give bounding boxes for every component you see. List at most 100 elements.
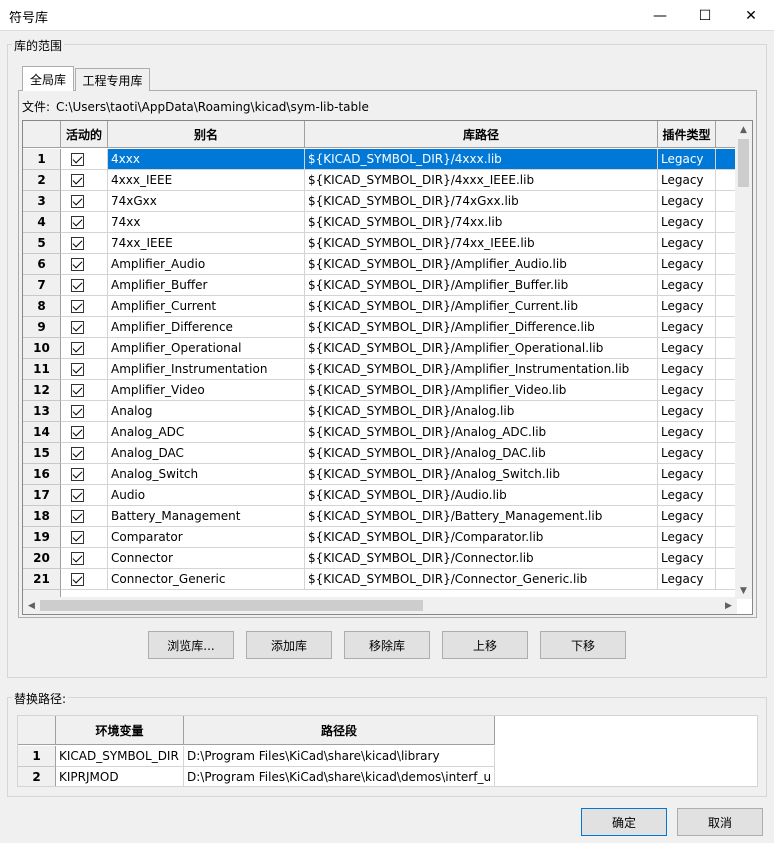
- add-library-button[interactable]: 添加库: [246, 631, 332, 659]
- row-number[interactable]: 9: [23, 317, 61, 338]
- row-number[interactable]: 12: [23, 380, 61, 401]
- row-number[interactable]: 15: [23, 443, 61, 464]
- minimize-icon[interactable]: —: [637, 0, 683, 31]
- scroll-left-icon[interactable]: ◀: [23, 597, 40, 614]
- env-var-cell[interactable]: KIPRJMOD: [56, 767, 184, 786]
- table-row[interactable]: 20 Connector ${KICAD_SYMBOL_DIR}/Connector…: [23, 548, 737, 569]
- table-row[interactable]: 3 74xGxx ${KICAD_SYMBOL_DIR}/74xGxx.lib Leg…: [23, 191, 737, 212]
- row-number[interactable]: 7: [23, 275, 61, 296]
- path-cell[interactable]: ${KICAD_SYMBOL_DIR}/Analog_DAC.lib: [305, 443, 658, 464]
- alias-cell[interactable]: Analog_Switch: [108, 464, 305, 485]
- active-cell[interactable]: [61, 380, 108, 401]
- active-cell[interactable]: [61, 548, 108, 569]
- column-header-env-var[interactable]: 环境变量: [56, 716, 184, 745]
- alias-cell[interactable]: 74xGxx: [108, 191, 305, 212]
- checkbox-checked-icon[interactable]: [71, 404, 84, 418]
- path-cell[interactable]: ${KICAD_SYMBOL_DIR}/Connector_Generic.li…: [305, 569, 658, 590]
- plugin-type-cell[interactable]: Legacy: [658, 464, 716, 485]
- row-number[interactable]: 20: [23, 548, 61, 569]
- alias-cell[interactable]: Analog_ADC: [108, 422, 305, 443]
- maximize-icon[interactable]: ☐: [682, 0, 728, 31]
- table-row[interactable]: 9 Amplifier_Difference ${KICAD_SYMBOL_DIR}…: [23, 317, 737, 338]
- plugin-type-cell[interactable]: Legacy: [658, 254, 716, 275]
- path-cell[interactable]: ${KICAD_SYMBOL_DIR}/Amplifier_Buffer.lib: [305, 275, 658, 296]
- path-cell[interactable]: ${KICAD_SYMBOL_DIR}/74xx.lib: [305, 212, 658, 233]
- table-row[interactable]: 21 Connector_Generic ${KICAD_SYMBOL_DIR}/C…: [23, 569, 737, 590]
- table-row[interactable]: 4 74xx ${KICAD_SYMBOL_DIR}/74xx.lib Legacy: [23, 212, 737, 233]
- plugin-type-cell[interactable]: Legacy: [658, 212, 716, 233]
- table-row[interactable]: 12 Amplifier_Video ${KICAD_SYMBOL_DIR}/Amp…: [23, 380, 737, 401]
- scroll-up-icon[interactable]: ▲: [735, 121, 752, 138]
- table-row[interactable]: 14 Analog_ADC ${KICAD_SYMBOL_DIR}/Analog_A…: [23, 422, 737, 443]
- plugin-type-cell[interactable]: Legacy: [658, 149, 716, 170]
- table-row[interactable]: 15 Analog_DAC ${KICAD_SYMBOL_DIR}/Analog_D…: [23, 443, 737, 464]
- checkbox-checked-icon[interactable]: [71, 299, 84, 313]
- checkbox-checked-icon[interactable]: [71, 173, 84, 187]
- path-cell[interactable]: ${KICAD_SYMBOL_DIR}/Amplifier_Video.lib: [305, 380, 658, 401]
- plugin-type-cell[interactable]: Legacy: [658, 485, 716, 506]
- row-number[interactable]: 5: [23, 233, 61, 254]
- checkbox-checked-icon[interactable]: [71, 215, 84, 229]
- path-cell[interactable]: ${KICAD_SYMBOL_DIR}/Amplifier_Operationa…: [305, 338, 658, 359]
- plugin-type-cell[interactable]: Legacy: [658, 527, 716, 548]
- path-cell[interactable]: ${KICAD_SYMBOL_DIR}/74xx_IEEE.lib: [305, 233, 658, 254]
- row-number[interactable]: 4: [23, 212, 61, 233]
- active-cell[interactable]: [61, 506, 108, 527]
- active-cell[interactable]: [61, 317, 108, 338]
- path-cell[interactable]: ${KICAD_SYMBOL_DIR}/Connector.lib: [305, 548, 658, 569]
- path-cell[interactable]: ${KICAD_SYMBOL_DIR}/Analog_ADC.lib: [305, 422, 658, 443]
- checkbox-checked-icon[interactable]: [71, 320, 84, 334]
- plugin-type-cell[interactable]: Legacy: [658, 275, 716, 296]
- plugin-type-cell[interactable]: Legacy: [658, 191, 716, 212]
- path-cell[interactable]: ${KICAD_SYMBOL_DIR}/4xxx.lib: [305, 149, 658, 170]
- checkbox-checked-icon[interactable]: [71, 425, 84, 439]
- plugin-type-cell[interactable]: Legacy: [658, 401, 716, 422]
- column-header-plugin-type[interactable]: 插件类型: [658, 121, 716, 148]
- active-cell[interactable]: [61, 191, 108, 212]
- tab-project-libraries[interactable]: 工程专用库: [75, 68, 150, 91]
- checkbox-checked-icon[interactable]: [71, 383, 84, 397]
- table-row[interactable]: 11 Amplifier_Instrumentation ${KICAD_SYMBO…: [23, 359, 737, 380]
- active-cell[interactable]: [61, 233, 108, 254]
- alias-cell[interactable]: 74xx: [108, 212, 305, 233]
- active-cell[interactable]: [61, 464, 108, 485]
- row-number[interactable]: 6: [23, 254, 61, 275]
- active-cell[interactable]: [61, 485, 108, 506]
- row-number[interactable]: 2: [23, 170, 61, 191]
- path-cell[interactable]: ${KICAD_SYMBOL_DIR}/Amplifier_Instrument…: [305, 359, 658, 380]
- alias-cell[interactable]: Analog: [108, 401, 305, 422]
- table-row[interactable]: 6 Amplifier_Audio ${KICAD_SYMBOL_DIR}/Ampl…: [23, 254, 737, 275]
- path-segment-cell[interactable]: D:\Program Files\KiCad\share\kicad\libra…: [184, 746, 495, 767]
- path-cell[interactable]: ${KICAD_SYMBOL_DIR}/Battery_Management.l…: [305, 506, 658, 527]
- active-cell[interactable]: [61, 527, 108, 548]
- plugin-type-cell[interactable]: Legacy: [658, 233, 716, 254]
- alias-cell[interactable]: 74xx_IEEE: [108, 233, 305, 254]
- alias-cell[interactable]: Analog_DAC: [108, 443, 305, 464]
- checkbox-checked-icon[interactable]: [71, 362, 84, 376]
- row-number[interactable]: 21: [23, 569, 61, 590]
- alias-cell[interactable]: Connector: [108, 548, 305, 569]
- active-cell[interactable]: [61, 401, 108, 422]
- active-cell[interactable]: [61, 212, 108, 233]
- active-cell[interactable]: [61, 443, 108, 464]
- table-row[interactable]: 1 4xxx ${KICAD_SYMBOL_DIR}/4xxx.lib Legacy: [23, 149, 737, 170]
- alias-cell[interactable]: Amplifier_Video: [108, 380, 305, 401]
- checkbox-checked-icon[interactable]: [71, 446, 84, 460]
- remove-library-button[interactable]: 移除库: [344, 631, 430, 659]
- alias-cell[interactable]: Comparator: [108, 527, 305, 548]
- path-cell[interactable]: ${KICAD_SYMBOL_DIR}/Comparator.lib: [305, 527, 658, 548]
- path-cell[interactable]: ${KICAD_SYMBOL_DIR}/4xxx_IEEE.lib: [305, 170, 658, 191]
- alias-cell[interactable]: Audio: [108, 485, 305, 506]
- column-header-path[interactable]: 库路径: [305, 121, 658, 148]
- env-var-cell[interactable]: KICAD_SYMBOL_DIR: [56, 746, 184, 767]
- cancel-button[interactable]: 取消: [677, 808, 763, 836]
- active-cell[interactable]: [61, 296, 108, 317]
- active-cell[interactable]: [61, 569, 108, 590]
- active-cell[interactable]: [61, 275, 108, 296]
- alias-cell[interactable]: Amplifier_Audio: [108, 254, 305, 275]
- close-icon[interactable]: ✕: [728, 0, 774, 31]
- plugin-type-cell[interactable]: Legacy: [658, 359, 716, 380]
- row-number[interactable]: 1: [18, 746, 56, 767]
- column-header-alias[interactable]: 别名: [108, 121, 305, 148]
- row-number[interactable]: 13: [23, 401, 61, 422]
